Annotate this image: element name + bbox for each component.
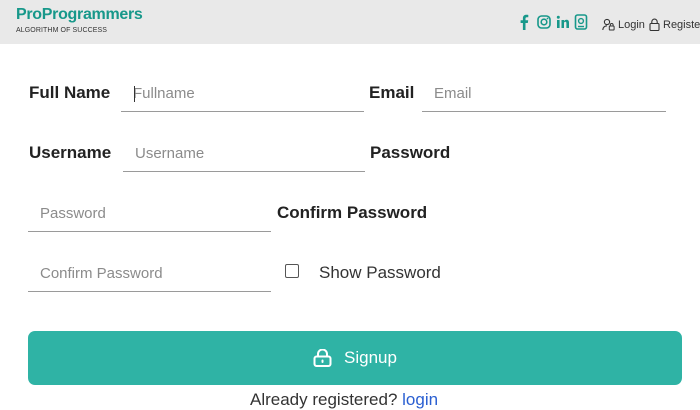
lock-icon — [649, 18, 660, 31]
register-link[interactable]: Register — [649, 18, 700, 31]
username-label: Username — [29, 143, 112, 162]
brand-tagline: ALGORITHM OF SUCCESS — [16, 27, 108, 34]
register-label: Register — [663, 18, 700, 31]
confirm-password-label: Confirm Password — [277, 203, 428, 222]
login-link[interactable]: Login — [602, 18, 645, 31]
facebook-icon[interactable] — [519, 13, 529, 31]
brand-name: ProProgrammers — [16, 6, 143, 23]
email-input[interactable] — [422, 76, 666, 112]
already-registered-note: Already registered? login — [250, 390, 438, 410]
email-label: Email — [369, 83, 415, 102]
text-caret — [134, 86, 135, 102]
show-password-label[interactable]: Show Password — [319, 263, 441, 283]
signup-button[interactable]: Signup — [28, 331, 682, 385]
linkedin-icon[interactable] — [556, 13, 570, 31]
top-navbar: ProProgrammers ALGORITHM OF SUCCESS Logi… — [0, 0, 700, 44]
signup-label: Signup — [344, 348, 397, 367]
fullname-input[interactable] — [121, 76, 364, 112]
user-icon — [602, 18, 615, 31]
username-input[interactable] — [123, 136, 365, 172]
lock-icon — [313, 349, 332, 367]
badge-icon[interactable] — [574, 13, 588, 31]
instagram-icon[interactable] — [537, 13, 551, 31]
login-label: Login — [618, 18, 645, 31]
brand-logo[interactable]: ProProgrammers ALGORITHM OF SUCCESS — [16, 6, 143, 36]
password-label: Password — [370, 143, 451, 162]
confirm-password-input[interactable] — [28, 256, 271, 292]
show-password-checkbox[interactable] — [285, 264, 299, 278]
fullname-label: Full Name — [29, 83, 111, 102]
password-input[interactable] — [28, 196, 271, 232]
